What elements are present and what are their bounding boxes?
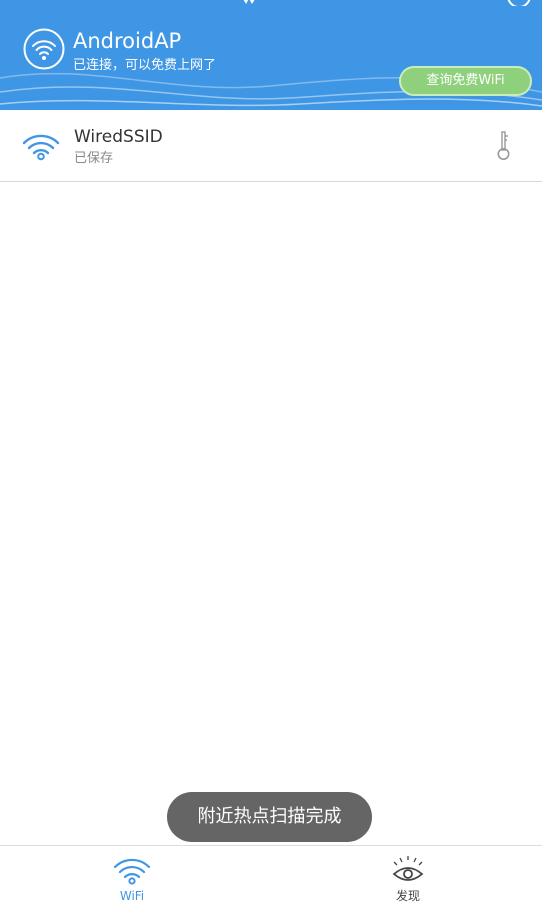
tab-wifi[interactable]: WiFi [72, 846, 192, 907]
query-free-wifi-button[interactable]: 查询免费WiFi [399, 66, 532, 96]
tab-discover-label: 发现 [395, 889, 420, 903]
wifi-signal-icon [22, 134, 60, 161]
bottom-navigation: WiFi 发现 [0, 845, 542, 907]
settings-gear-icon[interactable] [506, 0, 532, 6]
header-banner: AndroidAP 已连接，可以免费上网了 查询免费WiFi [0, 0, 542, 110]
connected-wifi-icon [23, 28, 65, 70]
wifi-icon [113, 858, 151, 885]
tab-wifi-label: WiFi [119, 889, 145, 903]
app-screen: AndroidAP 已连接，可以免费上网了 查询免费WiFi WiredSSID… [0, 0, 542, 907]
ssid-status-label: 已保存 [74, 151, 114, 166]
scan-complete-toast: 附近热点扫描完成 [167, 792, 372, 842]
wifi-list-item[interactable]: WiredSSID 已保存 [0, 111, 542, 182]
connected-ap-name: AndroidAP [73, 29, 182, 53]
tab-discover[interactable]: 发现 [348, 846, 468, 907]
key-icon [497, 131, 510, 160]
connection-status: 已连接，可以免费上网了 [73, 58, 217, 73]
top-antenna-icon[interactable] [238, 0, 260, 4]
eye-icon [392, 856, 424, 881]
ssid-label: WiredSSID [74, 127, 163, 147]
